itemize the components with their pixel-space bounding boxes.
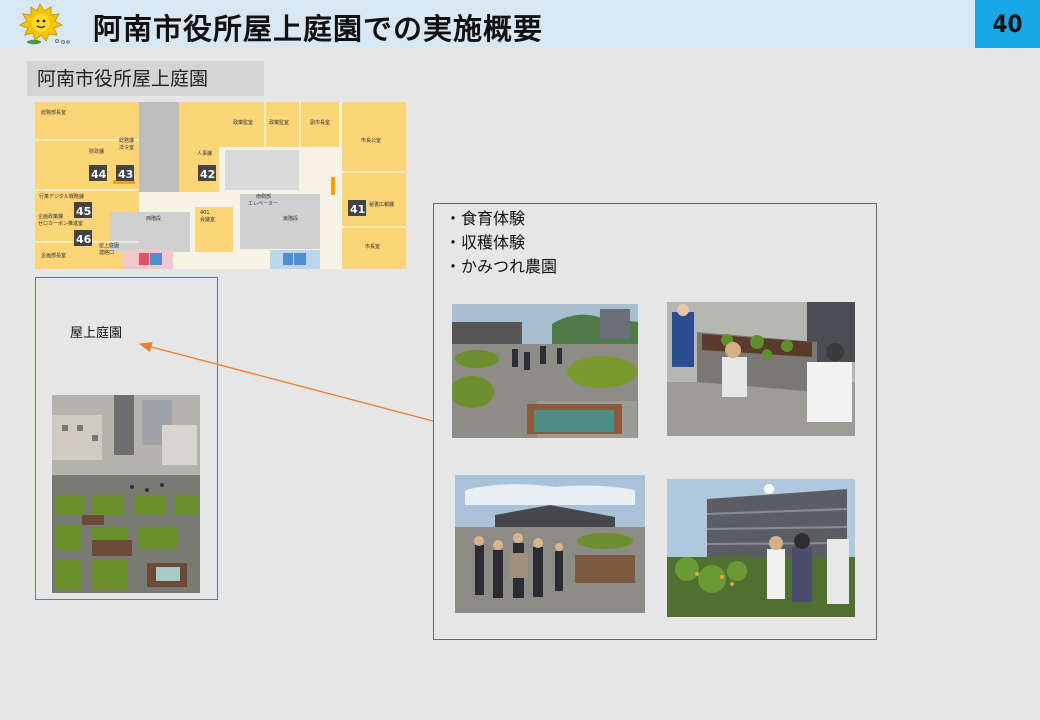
room-43-label: 43 (118, 168, 133, 181)
svg-text:人事課: 人事課 (197, 150, 212, 157)
activity-item: ・収穫体験 (445, 233, 526, 252)
activity-item: ・食育体験 (445, 209, 526, 228)
page-title: 阿南市役所屋上庭園での実施概要 (93, 12, 544, 46)
room-41-label: 41 (350, 203, 365, 216)
svg-text:南側部: 南側部 (256, 193, 271, 200)
rooftop-aerial-photo (52, 395, 200, 593)
svg-text:連絡口: 連絡口 (99, 249, 114, 256)
header-bar: 阿南市役所屋上庭園での実施概要 40 (0, 0, 1040, 48)
svg-text:法令室: 法令室 (119, 144, 134, 151)
svg-text:政策監室: 政策監室 (233, 119, 253, 126)
svg-text:行革デジタル戦略課: 行革デジタル戦略課 (39, 193, 84, 200)
svg-text:ゼロカーボン推進室: ゼロカーボン推進室 (38, 220, 83, 227)
svg-text:財政課: 財政課 (89, 148, 104, 155)
svg-text:企画政策課: 企画政策課 (38, 213, 63, 220)
room-42-label: 42 (200, 168, 215, 181)
activity-item: ・かみつれ農園 (445, 257, 558, 276)
svg-text:エレベーター: エレベーター (248, 200, 278, 207)
room-44-label: 44 (91, 168, 107, 181)
svg-text:屋上庭園: 屋上庭園 (99, 242, 119, 249)
svg-text:企画部長室: 企画部長室 (41, 252, 66, 259)
sun-mascot-icon (18, 2, 70, 45)
group-rooftop-photo (455, 475, 645, 613)
harvest-experience-photo (667, 302, 855, 436)
svg-text:総務部長室: 総務部長室 (41, 109, 66, 116)
svg-text:会議室: 会議室 (200, 216, 215, 223)
rooftop-label: 屋上庭園 (70, 326, 123, 341)
room-45-label: 45 (76, 205, 91, 218)
floor-map: 44 43 42 45 46 41 総務部長室 財政課 総務課 法令室 人事課 … (35, 102, 406, 269)
svg-text:秘書広報課: 秘書広報課 (369, 201, 394, 208)
svg-text:西階段: 西階段 (146, 215, 161, 222)
svg-text:401: 401 (200, 210, 210, 216)
page-number-badge: 40 (975, 0, 1040, 48)
location-label: 阿南市役所屋上庭園 (27, 61, 264, 96)
activities-list: ・食育体験 ・収穫体験 ・かみつれ農園 (445, 207, 557, 279)
svg-text:政策監室: 政策監室 (269, 119, 289, 126)
svg-text:市長公室: 市長公室 (361, 137, 381, 144)
svg-text:副市長室: 副市長室 (310, 119, 330, 126)
kamitsure-farm-photo (667, 479, 855, 617)
room-46-label: 46 (76, 233, 92, 246)
svg-text:市長室: 市長室 (365, 243, 380, 250)
svg-text:東階段: 東階段 (283, 215, 298, 222)
svg-text:総務課: 総務課 (119, 137, 134, 144)
garden-overview-photo (452, 304, 638, 438)
